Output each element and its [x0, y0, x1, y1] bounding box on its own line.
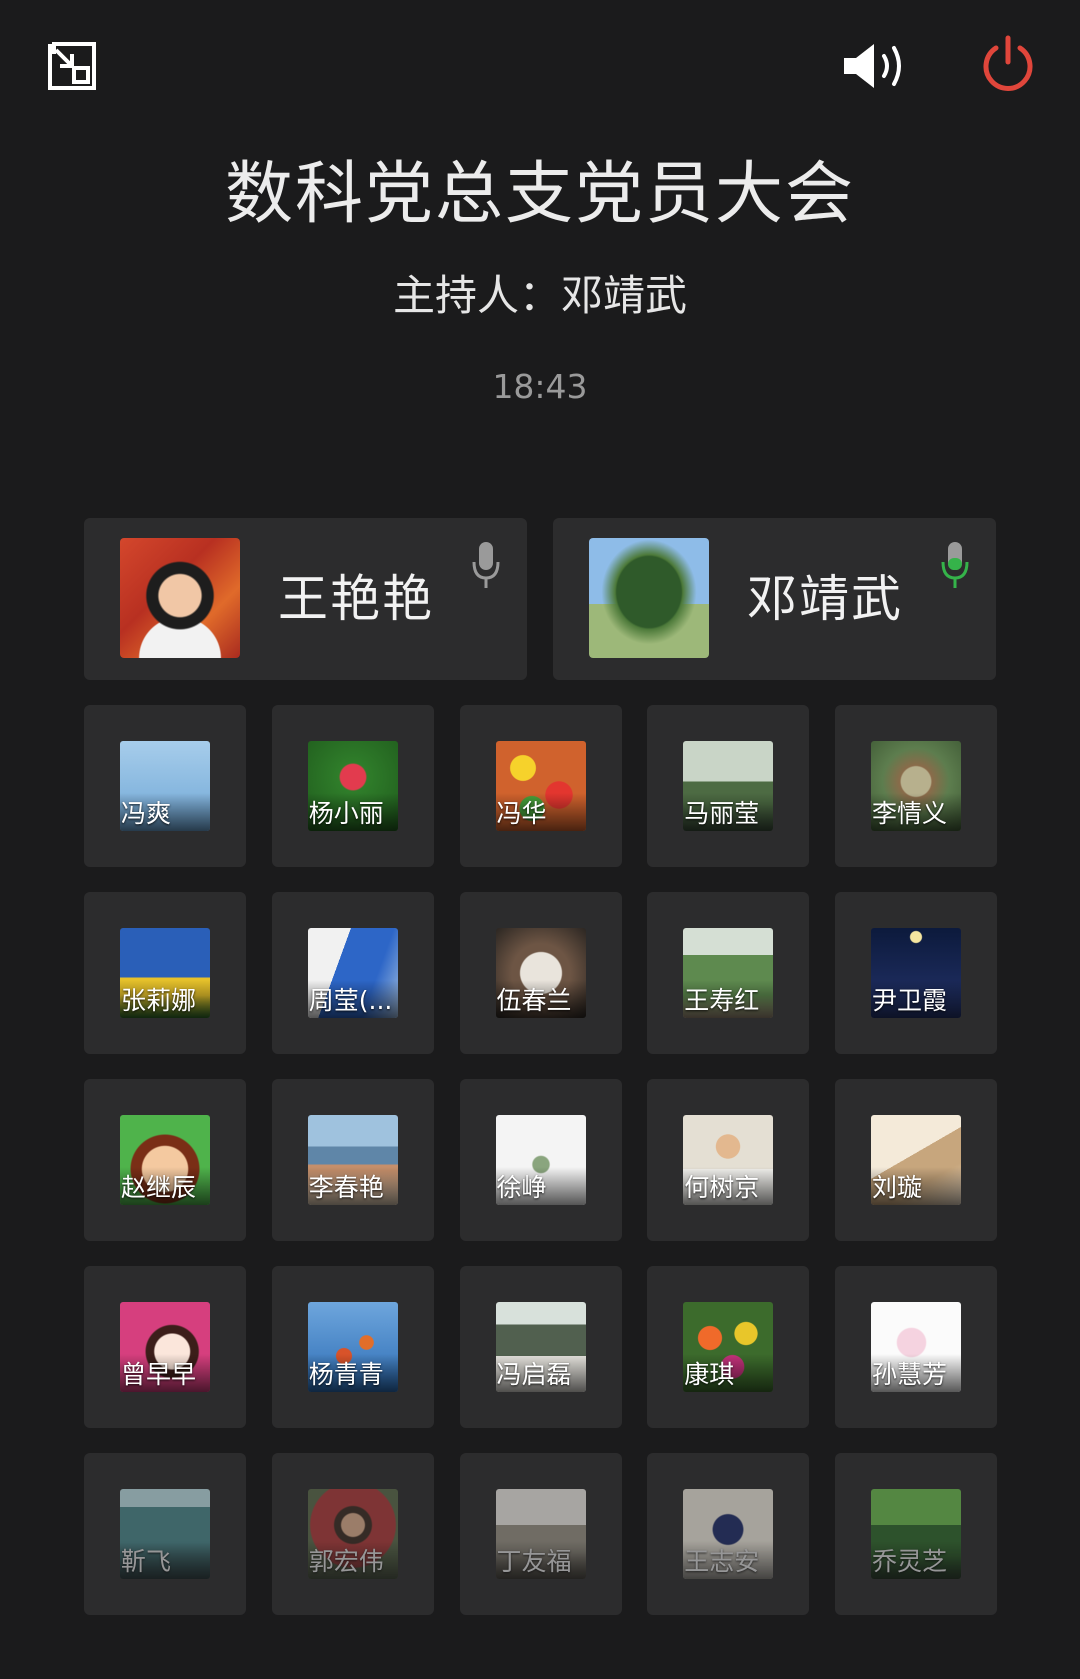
participant-tile[interactable]: 马丽莹 — [647, 705, 810, 867]
participant-name: 曾早早 — [121, 1360, 197, 1389]
speaker-volume-icon[interactable] — [840, 38, 914, 94]
avatar — [589, 538, 709, 658]
participant-name: 杨小丽 — [308, 799, 384, 828]
speaker-name: 王艳艳 — [278, 570, 434, 628]
participant-tile[interactable]: 李情义 — [835, 705, 997, 867]
participant-grid: 冯爽 杨小丽 冯华 马丽莹 李情义张莉娜 周莹(... 伍春兰 王寿红 尹卫霞赵继辰 李春艳 徐峥 何… — [84, 705, 997, 1615]
microphone-icon — [472, 542, 500, 588]
avatar: 王志安 — [683, 1489, 774, 1579]
participant-name: 李春艳 — [308, 1173, 384, 1202]
participant-name: 冯华 — [496, 799, 547, 828]
participant-tile[interactable]: 何树京 — [647, 1079, 810, 1241]
participant-name: 杨青青 — [308, 1360, 384, 1389]
avatar: 徐峥 — [495, 1115, 586, 1205]
participant-name: 郭宏伟 — [308, 1547, 384, 1576]
participant-tile[interactable]: 康琪 — [647, 1266, 810, 1428]
participant-tile[interactable]: 冯爽 — [84, 705, 246, 867]
participant-name: 尹卫霞 — [872, 986, 948, 1015]
avatar: 冯启磊 — [495, 1302, 586, 1392]
participant-tile[interactable]: 孙慧芳 — [835, 1266, 997, 1428]
participant-name: 冯启磊 — [496, 1360, 572, 1389]
avatar: 赵继辰 — [120, 1115, 210, 1205]
participant-name: 靳飞 — [121, 1547, 172, 1576]
participant-tile[interactable]: 丁友福 — [459, 1453, 622, 1615]
participant-name: 王志安 — [684, 1547, 760, 1576]
participant-name: 李情义 — [872, 799, 948, 828]
participant-tile[interactable]: 靳飞 — [84, 1453, 246, 1615]
speaker-card[interactable]: 邓靖武 — [553, 518, 996, 680]
participant-tile[interactable]: 徐峥 — [459, 1079, 622, 1241]
participant-tile[interactable]: 刘璇 — [835, 1079, 997, 1241]
avatar: 何树京 — [683, 1115, 774, 1205]
participant-name: 刘璇 — [872, 1173, 923, 1202]
avatar: 孙慧芳 — [871, 1302, 961, 1392]
participant-name: 丁友福 — [496, 1547, 572, 1576]
participant-name: 马丽莹 — [684, 799, 760, 828]
avatar: 丁友福 — [495, 1489, 586, 1579]
avatar: 曾早早 — [120, 1302, 210, 1392]
participant-name: 周莹(... — [308, 986, 393, 1015]
participant-name: 王寿红 — [684, 986, 760, 1015]
avatar: 冯华 — [495, 741, 586, 831]
participant-tile[interactable]: 张莉娜 — [84, 892, 246, 1054]
participant-tile[interactable]: 冯华 — [459, 705, 622, 867]
participant-name: 徐峥 — [496, 1173, 547, 1202]
participant-name: 赵继辰 — [121, 1173, 197, 1202]
avatar: 康琪 — [683, 1302, 774, 1392]
power-end-icon[interactable] — [978, 34, 1038, 96]
participant-tile[interactable]: 乔灵芝 — [835, 1453, 997, 1615]
participant-tile[interactable]: 尹卫霞 — [835, 892, 997, 1054]
speaker-card[interactable]: 王艳艳 — [84, 518, 527, 680]
meeting-host: 主持人：邓靖武 — [392, 271, 687, 320]
participant-name: 孙慧芳 — [872, 1360, 948, 1389]
minimize-window-icon[interactable] — [44, 38, 100, 94]
meeting-time: 18:43 — [492, 367, 588, 406]
avatar: 周莹(... — [307, 928, 398, 1018]
participant-tile[interactable]: 赵继辰 — [84, 1079, 246, 1241]
participant-tile[interactable]: 曾早早 — [84, 1266, 246, 1428]
participant-tile[interactable]: 周莹(... — [271, 892, 434, 1054]
participant-tile[interactable]: 杨青青 — [271, 1266, 434, 1428]
avatar: 杨小丽 — [307, 741, 398, 831]
avatar: 李春艳 — [307, 1115, 398, 1205]
avatar: 张莉娜 — [120, 928, 210, 1018]
participant-tile[interactable]: 李春艳 — [271, 1079, 434, 1241]
avatar — [120, 538, 240, 658]
participant-name: 冯爽 — [121, 799, 172, 828]
avatar: 王寿红 — [683, 928, 774, 1018]
avatar: 刘璇 — [871, 1115, 961, 1205]
avatar: 伍春兰 — [495, 928, 586, 1018]
meeting-title: 数科党总支党员大会 — [224, 155, 855, 234]
avatar: 郭宏伟 — [307, 1489, 398, 1579]
participant-name: 康琪 — [684, 1360, 735, 1389]
avatar: 马丽莹 — [683, 741, 774, 831]
participant-name: 伍春兰 — [496, 986, 572, 1015]
avatar: 杨青青 — [307, 1302, 398, 1392]
participant-tile[interactable]: 郭宏伟 — [271, 1453, 434, 1615]
participant-name: 何树京 — [684, 1173, 760, 1202]
avatar: 靳飞 — [120, 1489, 210, 1579]
participant-tile[interactable]: 伍春兰 — [459, 892, 622, 1054]
participant-name: 乔灵芝 — [872, 1547, 948, 1576]
microphone-icon — [941, 542, 969, 588]
participant-tile[interactable]: 杨小丽 — [271, 705, 434, 867]
avatar: 尹卫霞 — [871, 928, 961, 1018]
speaker-name: 邓靖武 — [747, 570, 903, 628]
participant-name: 张莉娜 — [121, 986, 197, 1015]
avatar: 乔灵芝 — [871, 1489, 961, 1579]
avatar: 李情义 — [871, 741, 961, 831]
avatar: 冯爽 — [120, 741, 210, 831]
top-bar — [0, 0, 1080, 140]
participant-tile[interactable]: 冯启磊 — [459, 1266, 622, 1428]
participant-tile[interactable]: 王寿红 — [647, 892, 810, 1054]
participant-tile[interactable]: 王志安 — [647, 1453, 810, 1615]
